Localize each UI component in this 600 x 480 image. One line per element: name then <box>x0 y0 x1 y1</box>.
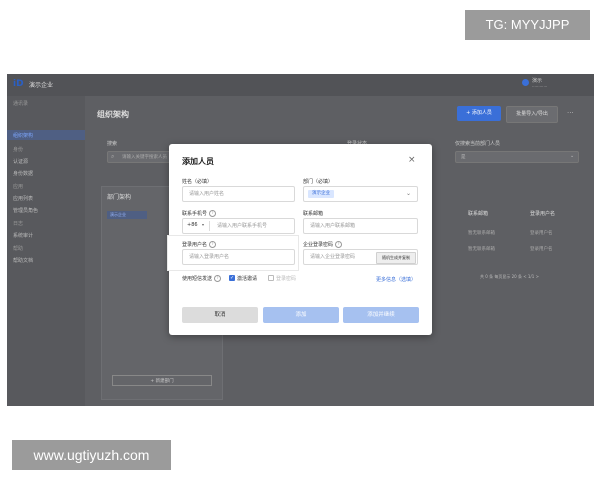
divider <box>209 221 210 231</box>
activation-checkbox[interactable]: ✓ <box>229 275 235 281</box>
chevron-down-icon: ⌄ <box>570 153 575 159</box>
dept-tag[interactable]: 演示企业 <box>308 190 334 198</box>
name-input[interactable]: 请输入用户姓名 <box>182 186 295 202</box>
help-icon[interactable]: ? <box>335 241 343 248</box>
name-label: 姓名（必填） <box>182 179 213 185</box>
table-cell: 暂无联系邮箱 <box>468 247 495 252</box>
help-icon[interactable]: ? <box>209 210 217 217</box>
save-button[interactable]: 添加 <box>263 307 339 323</box>
more-info-link[interactable]: 更多信息（选填） <box>376 276 416 283</box>
username-input[interactable]: 请输入登录用户名 <box>182 249 295 265</box>
user-name[interactable]: 演示 <box>532 77 542 84</box>
email-label: 联系邮箱 <box>303 211 324 217</box>
column-header-username: 登录用户名 <box>530 211 556 217</box>
add-user-dialog: 添加人员 × 姓名（必填） 请输入用户姓名 部门（必填） 演示企业 ⌄ 联系手机… <box>167 144 432 335</box>
phone-input[interactable]: 请输入用户联系手机号 <box>182 218 295 234</box>
sidebar-item-identity-data[interactable]: 身份数据 <box>13 170 33 177</box>
sidebar-group-help: 帮助 <box>13 246 24 252</box>
sidebar-item-auth[interactable]: 认证源 <box>13 158 28 165</box>
sidebar-group-directory: 通讯录 <box>13 101 29 107</box>
dept-filter-select[interactable]: 是 <box>455 151 579 163</box>
dept-filter-label: 仅搜索当前部门人员 <box>455 141 501 147</box>
help-icon[interactable]: ? <box>209 241 217 248</box>
batch-import-button[interactable]: 批量导入/导出 <box>506 106 558 123</box>
brand-logo: iD <box>13 79 24 89</box>
column-header-email: 联系邮箱 <box>468 211 489 217</box>
table-cell: 登录用户名 <box>530 247 553 252</box>
cancel-button[interactable]: 取消 <box>182 307 258 323</box>
top-bar: iD 演示企业 演示 ············ <box>7 74 594 96</box>
company-name: 演示企业 <box>29 82 54 89</box>
sidebar-group-identity: 身份 <box>13 147 24 153</box>
caret-down-icon: ▾ <box>202 222 205 227</box>
user-subtitle: ············ <box>532 84 548 89</box>
table-cell: 暂无联系邮箱 <box>468 231 495 236</box>
search-label: 搜索 <box>107 141 118 147</box>
watermark-site: www.ugtiyuzh.com <box>12 440 171 470</box>
save-and-next-button[interactable]: 添加并继续 <box>343 307 419 323</box>
username-label: 登录用户名? <box>182 241 217 248</box>
dept-panel-title: 部门架构 <box>107 194 132 201</box>
dept-label: 部门（必填） <box>303 179 334 185</box>
close-icon[interactable]: × <box>408 155 416 165</box>
pagination[interactable]: 共 0 条 每页显示 20 条 < 1/1 > <box>480 274 539 280</box>
help-icon[interactable]: ? <box>214 275 222 282</box>
sidebar-item-docs[interactable]: 帮助文档 <box>13 257 33 264</box>
sidebar-group-apps: 应用 <box>13 184 24 190</box>
sidebar-item-admin[interactable]: 管理员角色 <box>13 207 38 214</box>
avatar[interactable] <box>522 79 529 86</box>
search-icon: ⌕ <box>111 153 115 160</box>
dept-tree-root[interactable]: 演示企业 <box>107 211 147 219</box>
sidebar-item-audit[interactable]: 系统审计 <box>13 232 33 239</box>
sms-label: 使用短信发送? <box>182 275 222 282</box>
more-icon[interactable]: ··· <box>567 109 574 117</box>
password-option-checkbox[interactable] <box>268 275 274 281</box>
chevron-down-icon: ⌄ <box>406 190 412 197</box>
add-dept-button[interactable]: + 新建部门 <box>112 375 212 386</box>
email-input[interactable]: 请输入用户联系邮箱 <box>303 218 418 234</box>
password-label: 企业登录密码? <box>303 241 343 248</box>
sidebar-item-apps[interactable]: 应用列表 <box>13 195 33 202</box>
sidebar: 通讯录 组织架构 身份 认证源 身份数据 应用 应用列表 管理员角色 日志 系统… <box>7 96 85 406</box>
sidebar-item-org[interactable]: 组织架构 <box>13 132 33 139</box>
dialog-title: 添加人员 <box>182 157 214 166</box>
table-cell: 登录用户名 <box>530 231 553 236</box>
add-user-button[interactable]: + 添加人员 <box>457 106 501 121</box>
watermark-tg: TG: MYYJJPP <box>465 10 590 40</box>
generate-password-button[interactable]: 随机生成并复制 <box>376 252 416 264</box>
activation-label[interactable]: 激活邀请 <box>237 275 257 282</box>
password-option-label[interactable]: 登录密码 <box>276 275 296 282</box>
page-title: 组织架构 <box>97 110 129 119</box>
phone-prefix[interactable]: +86 <box>187 222 198 228</box>
sidebar-group-logs: 日志 <box>13 221 24 227</box>
phone-label: 联系手机号? <box>182 210 217 217</box>
